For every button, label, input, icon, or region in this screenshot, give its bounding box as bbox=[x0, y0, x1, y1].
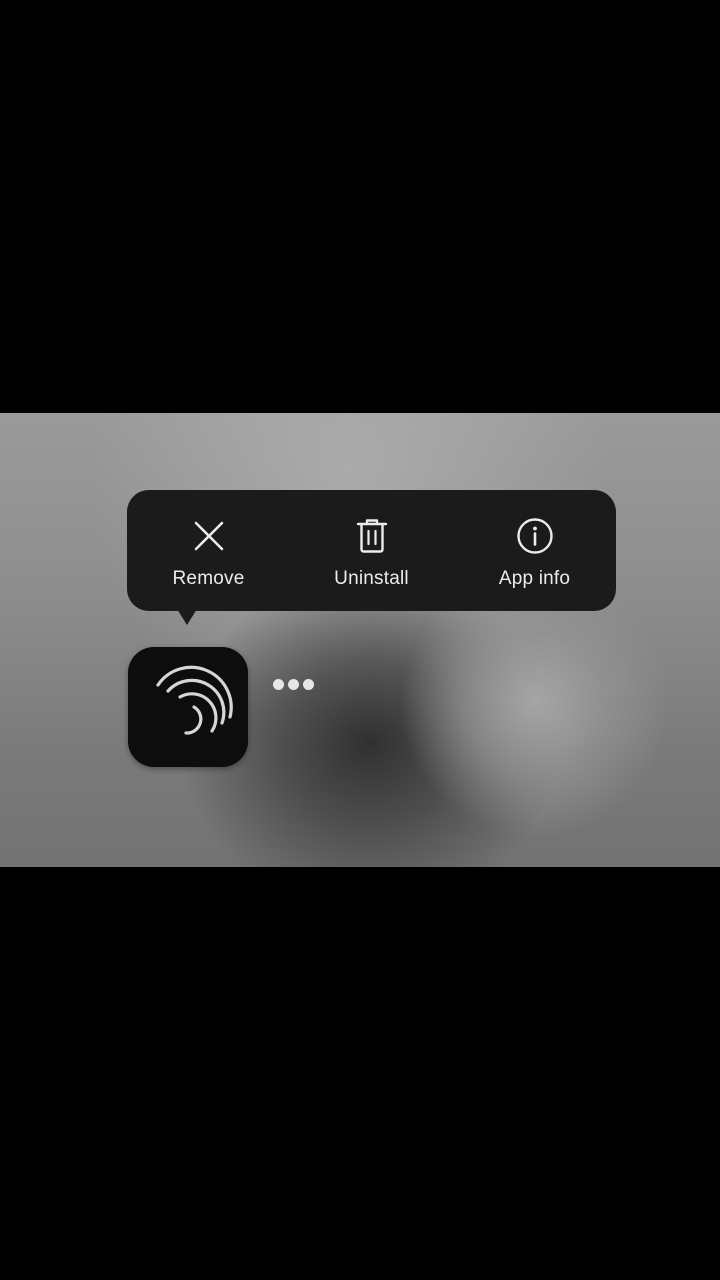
trash-icon bbox=[352, 516, 392, 556]
home-screen: Remove Uninstall App info bbox=[0, 413, 720, 867]
app-shortcut-menu: Remove Uninstall App info bbox=[127, 490, 616, 611]
info-icon bbox=[515, 516, 555, 556]
uninstall-button[interactable]: Uninstall bbox=[290, 490, 453, 611]
remove-button[interactable]: Remove bbox=[127, 490, 290, 611]
alight-motion-logo-icon bbox=[156, 665, 233, 735]
close-icon bbox=[189, 516, 229, 556]
device-frame: Remove Uninstall App info bbox=[0, 0, 720, 1280]
app-info-button[interactable]: App info bbox=[453, 490, 616, 611]
popup-pointer bbox=[177, 609, 197, 625]
dot bbox=[303, 679, 314, 690]
remove-label: Remove bbox=[172, 568, 245, 589]
uninstall-label: Uninstall bbox=[334, 568, 409, 589]
dot bbox=[273, 679, 284, 690]
dot bbox=[288, 679, 299, 690]
more-options-icon[interactable] bbox=[273, 679, 314, 690]
app-info-label: App info bbox=[498, 568, 571, 589]
app-icon[interactable] bbox=[128, 647, 248, 767]
